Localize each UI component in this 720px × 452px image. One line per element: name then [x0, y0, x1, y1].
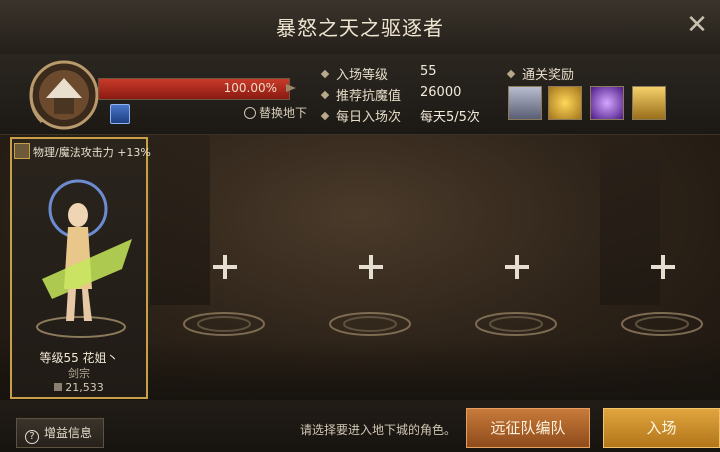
diamond-icon [320, 90, 330, 100]
swap-label: 替换地下 [259, 106, 308, 120]
stat-daily-entries: 每日入场次 每天5/5次 [320, 106, 512, 127]
boss-buff-icon[interactable] [110, 104, 130, 124]
magic-circle [475, 312, 557, 336]
reward-label-text: 通关奖励 [522, 68, 575, 83]
add-icon [213, 255, 237, 279]
character-buff: 物理/魔法攻击力 +13% [14, 143, 151, 160]
buff-info-button[interactable]: ? 增益信息 [16, 418, 104, 448]
stat-entry-level: 入场等级 55 [320, 64, 512, 85]
stat-value: 26000 [420, 85, 462, 100]
reward-gold-coins-icon[interactable] [548, 86, 582, 120]
character-class: 剑宗 [68, 367, 90, 380]
character-buff-text: 物理/魔法攻击力 +13% [33, 146, 151, 159]
boss-hp-text: 100.00% [223, 81, 277, 95]
stat-value: 55 [420, 64, 437, 79]
add-icon [359, 255, 383, 279]
close-icon[interactable] [682, 10, 712, 40]
dungeon-stats: 入场等级 55 推荐抗魔值 26000 每日入场次 每天5/5次 [320, 64, 512, 127]
hp-bar-cap [286, 84, 296, 92]
diamond-icon [320, 69, 330, 79]
magic-circle [183, 312, 265, 336]
diamond-icon [506, 69, 516, 79]
swap-dungeon-button[interactable]: 替换地下 [244, 104, 307, 121]
party-formation-button[interactable]: 远征队编队 [466, 408, 590, 448]
diamond-icon [320, 111, 330, 121]
character-level-name: 等级55 花姐丶 [39, 351, 119, 365]
character-power-value: 21,533 [65, 381, 104, 394]
stat-value: 每天5/5次 [420, 110, 480, 125]
character-card[interactable]: 物理/魔法攻击力 +13% 等级55 花姐丶 剑宗 21,533 [10, 137, 151, 399]
select-hint: 请选择要进入地下城的角色。 [300, 423, 457, 437]
boss-hp-bar: 100.00% [98, 78, 290, 100]
character-power: 21,533 [12, 381, 146, 394]
empty-slot-1[interactable] [156, 137, 294, 399]
character-avatar [36, 179, 132, 338]
stat-label: 入场等级 [336, 68, 389, 83]
empty-slot-3[interactable] [448, 137, 586, 399]
dungeon-title: 暴怒之天之驱逐者 [276, 16, 444, 40]
help-icon: ? [25, 430, 39, 444]
magic-circle [329, 312, 411, 336]
refresh-icon [244, 107, 256, 119]
reward-gold-scroll-icon[interactable] [632, 86, 666, 120]
dungeon-info-bar: 100.00% 替换地下 入场等级 55 推荐抗魔值 26000 每日入场次 每… [0, 54, 720, 135]
empty-slot-2[interactable] [302, 137, 440, 399]
stat-label: 每日入场次 [336, 110, 402, 125]
resist-icon [54, 383, 63, 391]
add-icon [505, 255, 529, 279]
boss-portrait [29, 60, 99, 130]
buff-info-label: 增益信息 [44, 426, 93, 440]
magic-circle [621, 312, 703, 336]
reward-purple-orb-icon[interactable] [590, 86, 624, 120]
sword-icon [14, 143, 30, 159]
title-bar: 暴怒之天之驱逐者 [0, 0, 720, 55]
add-icon [651, 255, 675, 279]
stat-recommended-resist: 推荐抗魔值 26000 [320, 85, 512, 106]
reward-label: 通关奖励 [506, 64, 575, 83]
reward-armor-icon[interactable] [508, 86, 542, 120]
empty-slot-4[interactable] [594, 137, 720, 399]
stat-label: 推荐抗魔值 [336, 89, 402, 104]
enter-button[interactable]: 入场 [603, 408, 720, 448]
